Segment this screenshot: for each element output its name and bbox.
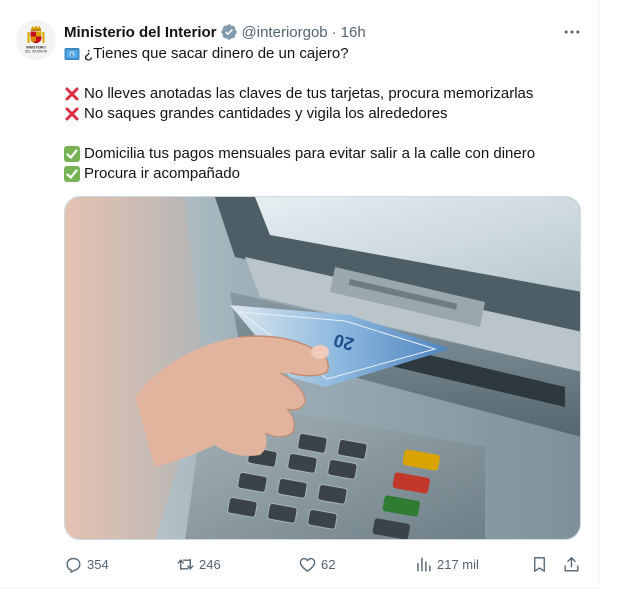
green-check-icon	[64, 146, 80, 162]
author-display-name[interactable]: Ministerio del Interior	[64, 24, 217, 41]
separator-dot: ·	[331, 23, 337, 41]
retweet-button[interactable]: 246	[176, 552, 221, 576]
tweet-line-text: No saques grandes cantidades y vigila lo…	[84, 105, 448, 122]
reply-count: 354	[87, 556, 109, 572]
tweet-line-text: Domicilia tus pagos mensuales para evita…	[84, 145, 536, 162]
tweet-line-text: ¿Tienes que sacar dinero de un cajero?	[84, 45, 349, 62]
view-count: 217 mil	[437, 556, 479, 572]
reply-icon	[66, 557, 81, 573]
more-dots-icon	[564, 30, 580, 34]
retweet-icon	[177, 558, 194, 570]
banknote-emoji-icon: €	[64, 48, 80, 60]
tweet-line-question: € ¿Tienes que sacar dinero de un cajero?	[64, 44, 584, 64]
analytics-bars-icon	[417, 556, 431, 572]
like-button[interactable]: 62	[298, 552, 335, 576]
red-cross-icon	[65, 107, 79, 121]
avatar[interactable]: MINISTERIO DEL INTERIOR	[16, 20, 56, 60]
share-icon	[564, 556, 579, 572]
red-cross-icon	[65, 87, 79, 101]
tweet-line-cross: No lleves anotadas las claves de tus tar…	[64, 84, 584, 104]
reply-button[interactable]: 354	[64, 552, 109, 576]
tweet-line-cross: No saques grandes cantidades y vigila lo…	[64, 104, 584, 124]
bookmark-button[interactable]	[530, 552, 553, 576]
tweet-line-text: No lleves anotadas las claves de tus tar…	[84, 85, 534, 102]
tweet-line-check: Domicilia tus pagos mensuales para evita…	[64, 144, 584, 164]
heart-icon	[299, 557, 316, 572]
atm-photo: 20	[65, 197, 580, 539]
views-button[interactable]: 217 mil	[414, 552, 479, 576]
share-button[interactable]	[562, 552, 585, 576]
like-count: 62	[321, 556, 336, 572]
verified-badge-icon[interactable]	[220, 23, 238, 41]
retweet-count: 246	[199, 556, 221, 572]
timeline-border-right	[598, 0, 599, 589]
svg-text:DEL INTERIOR: DEL INTERIOR	[25, 50, 48, 54]
more-options-button[interactable]	[560, 22, 584, 42]
tweet-text: € ¿Tienes que sacar dinero de un cajero?…	[64, 44, 584, 184]
tweet-timestamp[interactable]: 16h	[341, 24, 366, 41]
tweet-actions-bar: 354 246 62 217 mil	[64, 552, 584, 576]
tweet-line-check: Procura ir acompañado	[64, 164, 584, 184]
bookmark-icon	[534, 556, 545, 572]
green-check-icon	[64, 166, 80, 182]
tweet-header: Ministerio del Interior @interiorgob · 1…	[64, 22, 366, 42]
tweet-media-photo[interactable]: 20	[64, 196, 581, 540]
tweet-line-text: Procura ir acompañado	[84, 165, 240, 182]
author-handle[interactable]: @interiorgob	[242, 24, 328, 41]
coat-of-arms-icon: MINISTERIO DEL INTERIOR	[16, 20, 56, 60]
